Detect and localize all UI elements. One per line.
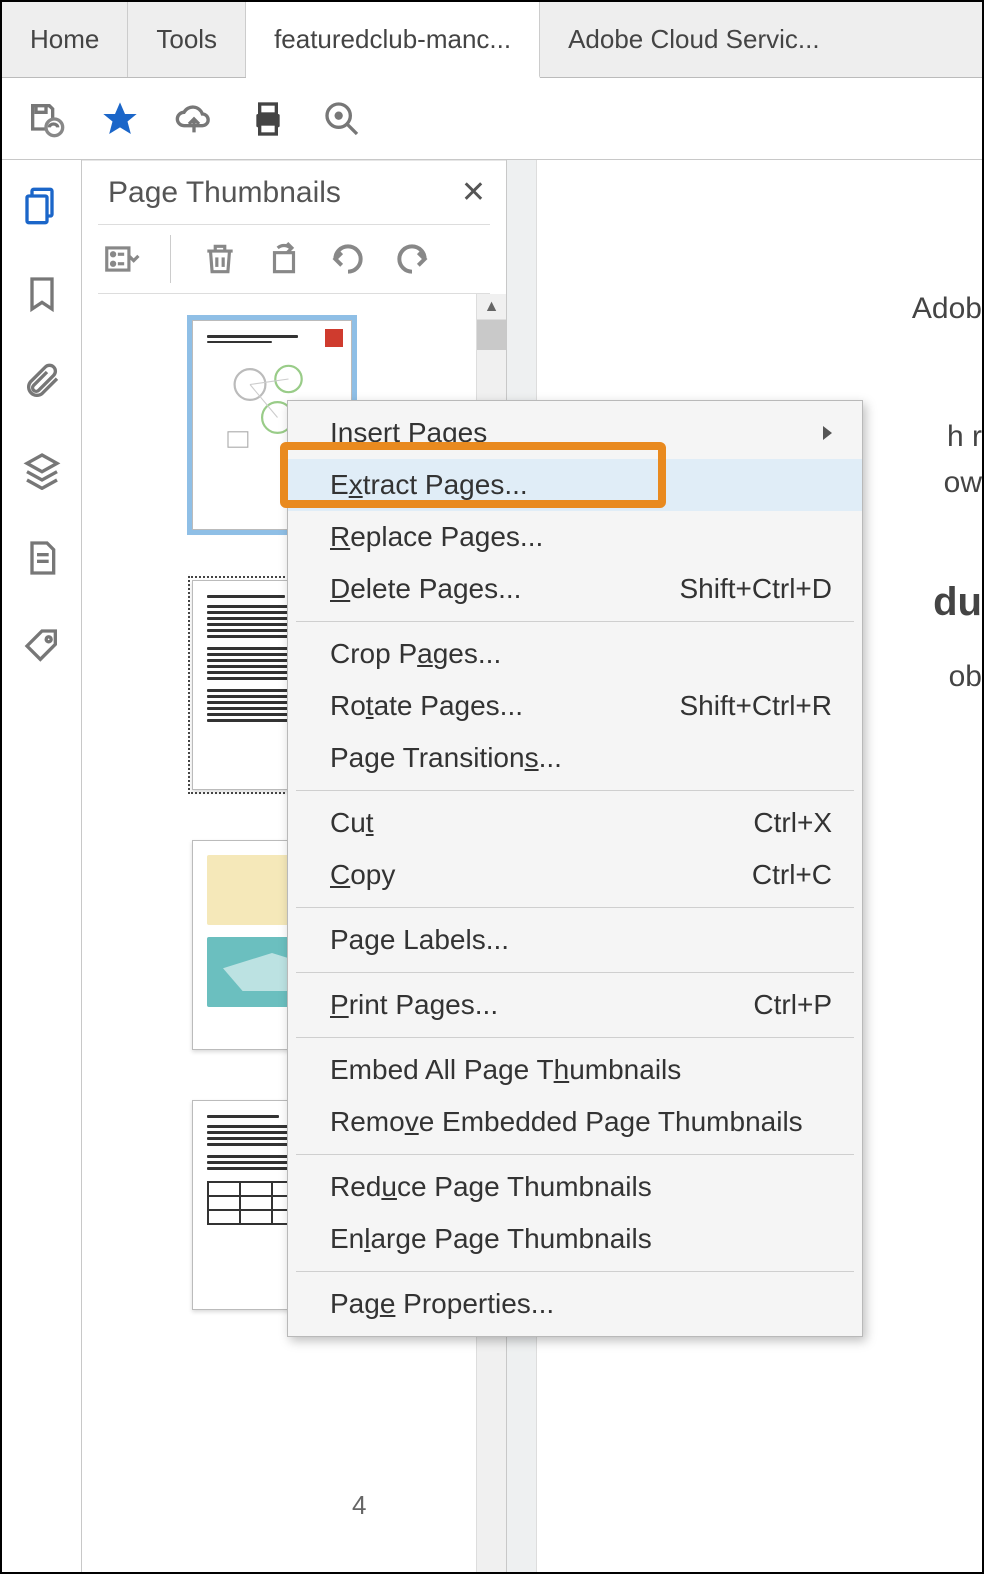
separator (296, 1271, 854, 1272)
thumbnail-panel-header: Page Thumbnails ✕ (82, 160, 506, 224)
ctx-embed-thumbnails[interactable]: Embed All Page Thumbnails (288, 1044, 862, 1096)
separator (170, 235, 171, 283)
separator (296, 907, 854, 908)
ctx-reduce-thumbnails[interactable]: Reduce Page Thumbnails (288, 1161, 862, 1213)
tag-icon[interactable] (22, 626, 62, 666)
pdf-badge-icon (325, 329, 343, 347)
separator (296, 1037, 854, 1038)
ctx-copy[interactable]: Copy Ctrl+C (288, 849, 862, 901)
tab-tools[interactable]: Tools (128, 2, 246, 77)
ctx-page-properties[interactable]: Page Properties... (288, 1278, 862, 1330)
attachment-icon[interactable] (22, 362, 62, 402)
separator (296, 972, 854, 973)
ctx-insert-pages[interactable]: Insert Pages (288, 407, 862, 459)
close-icon[interactable]: ✕ (461, 175, 486, 210)
ctx-enlarge-thumbnails[interactable]: Enlarge Page Thumbnails (288, 1213, 862, 1265)
ctx-delete-pages[interactable]: Delete Pages... Shift+Ctrl+D (288, 563, 862, 615)
ctx-page-labels[interactable]: Page Labels... (288, 914, 862, 966)
shortcut: Shift+Ctrl+R (680, 690, 833, 722)
tab-home[interactable]: Home (2, 2, 128, 77)
cloud-upload-icon[interactable] (174, 99, 214, 139)
content-text: ob (949, 660, 982, 694)
page-thumbnails-icon[interactable] (22, 186, 62, 226)
star-icon[interactable] (100, 99, 140, 139)
tab-cloud[interactable]: Adobe Cloud Servic... (540, 2, 847, 77)
bookmark-icon[interactable] (22, 274, 62, 314)
separator (296, 621, 854, 622)
scroll-thumb[interactable] (477, 320, 506, 350)
ctx-crop-pages[interactable]: Crop Pages... (288, 628, 862, 680)
shortcut: Ctrl+X (753, 807, 832, 839)
separator (296, 790, 854, 791)
thumbnail-page-label: 4 (352, 1490, 366, 1521)
thumbnail-tools (82, 225, 506, 293)
shortcut: Ctrl+C (752, 859, 832, 891)
separator (296, 1154, 854, 1155)
ctx-remove-embedded-thumbnails[interactable]: Remove Embedded Page Thumbnails (288, 1096, 862, 1148)
content-text: h r (947, 420, 982, 454)
content-text: du (933, 580, 982, 625)
shortcut: Shift+Ctrl+D (680, 573, 833, 605)
options-dropdown-icon[interactable] (102, 240, 140, 278)
delete-icon[interactable] (201, 240, 239, 278)
print-icon[interactable] (248, 99, 288, 139)
ctx-print-pages[interactable]: Print Pages... Ctrl+P (288, 979, 862, 1031)
ctx-page-transitions[interactable]: Page Transitions... (288, 732, 862, 784)
context-menu: Insert Pages Extract Pages... Replace Pa… (287, 400, 863, 1337)
tab-bar: Home Tools featuredclub-manc... Adobe Cl… (2, 2, 982, 78)
ctx-replace-pages[interactable]: Replace Pages... (288, 511, 862, 563)
page-icon[interactable] (22, 538, 62, 578)
layers-icon[interactable] (22, 450, 62, 490)
redo-icon[interactable] (393, 240, 431, 278)
rotate-page-icon[interactable] (265, 240, 303, 278)
search-icon[interactable] (322, 99, 362, 139)
save-cloud-icon[interactable] (26, 99, 66, 139)
scroll-up-icon[interactable]: ▲ (477, 294, 506, 320)
nav-rail (2, 160, 82, 1572)
thumbnail-panel-title: Page Thumbnails (108, 176, 341, 210)
shortcut: Ctrl+P (753, 989, 832, 1021)
tab-document[interactable]: featuredclub-manc... (246, 2, 540, 78)
toolbar (2, 78, 982, 160)
content-text: ow (944, 466, 982, 500)
ctx-rotate-pages[interactable]: Rotate Pages... Shift+Ctrl+R (288, 680, 862, 732)
ctx-cut[interactable]: Cut Ctrl+X (288, 797, 862, 849)
ctx-extract-pages[interactable]: Extract Pages... (288, 459, 862, 511)
undo-icon[interactable] (329, 240, 367, 278)
content-text: Adob (912, 292, 982, 326)
